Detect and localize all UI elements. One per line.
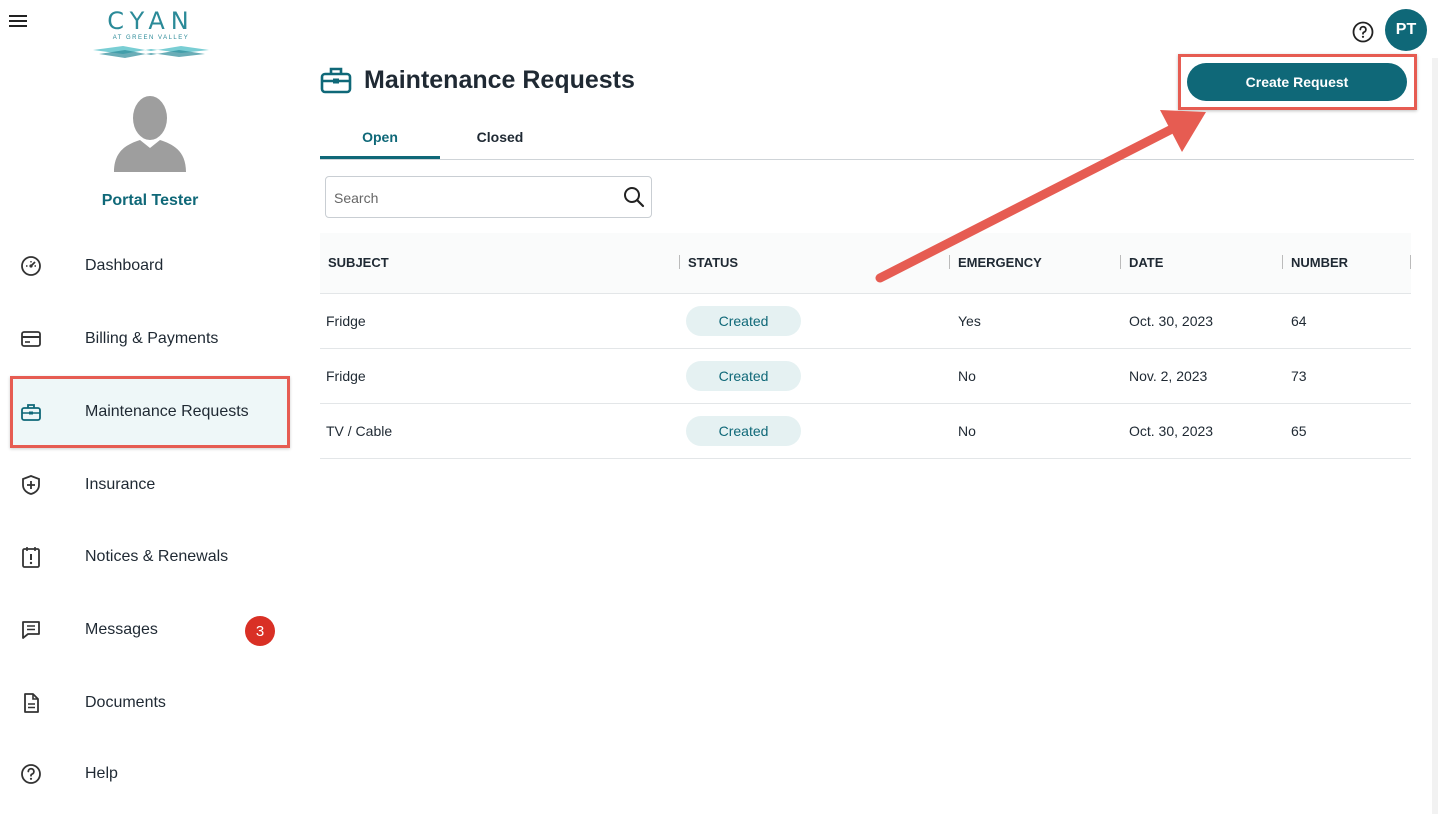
- table-row[interactable]: TV / Cable Created No Oct. 30, 2023 65: [320, 403, 1411, 459]
- cell-subject: TV / Cable: [320, 403, 680, 459]
- sidebar-item-label: Notices & Renewals: [85, 548, 229, 565]
- create-request-button[interactable]: Create Request: [1187, 63, 1407, 101]
- sidebar-item-documents[interactable]: Documents: [10, 667, 290, 739]
- cell-emergency: Yes: [950, 293, 1121, 349]
- request-tabs: Open Closed: [320, 118, 1414, 160]
- toolbox-icon: [320, 67, 352, 94]
- sidebar-item-label: Messages: [85, 621, 158, 638]
- sidebar-item-help[interactable]: Help: [10, 738, 290, 810]
- help-icon[interactable]: [1352, 21, 1374, 43]
- sidebar-item-label: Dashboard: [85, 257, 164, 274]
- unread-messages-badge: 3: [245, 616, 275, 646]
- cell-number: 73: [1283, 348, 1411, 404]
- cell-subject: Fridge: [320, 293, 680, 349]
- column-header-date[interactable]: DATE: [1121, 233, 1283, 294]
- table-header-row: SUBJECT STATUS EMERGENCY DATE NUMBER: [320, 233, 1411, 294]
- cell-date: Oct. 30, 2023: [1121, 293, 1283, 349]
- sidebar-item-messages[interactable]: Messages 3: [10, 594, 290, 666]
- sidebar-item-billing[interactable]: Billing & Payments: [10, 303, 290, 375]
- brand-name: CYAN: [107, 7, 195, 35]
- column-header-label: SUBJECT: [328, 255, 389, 271]
- column-header-label: DATE: [1129, 255, 1164, 271]
- clipboard-alert-icon: [20, 546, 42, 568]
- cell-number: 65: [1283, 403, 1411, 459]
- cell-subject: Fridge: [320, 348, 680, 404]
- tab-open[interactable]: Open: [320, 118, 440, 159]
- table-row[interactable]: Fridge Created Yes Oct. 30, 2023 64: [320, 293, 1411, 349]
- sidebar-item-notices[interactable]: Notices & Renewals: [10, 521, 290, 593]
- column-header-status[interactable]: STATUS: [680, 233, 950, 294]
- brand-logo[interactable]: CYAN AT GREEN VALLEY: [92, 8, 210, 62]
- status-badge: Created: [686, 305, 801, 336]
- toolbox-icon: [20, 401, 42, 423]
- message-icon: [20, 619, 42, 641]
- cell-status: Created: [680, 348, 950, 404]
- column-header-number[interactable]: NUMBER: [1283, 233, 1411, 294]
- page-title: Maintenance Requests: [364, 65, 635, 94]
- sidebar-item-insurance[interactable]: Insurance: [10, 449, 290, 521]
- shield-plus-icon: [20, 474, 42, 496]
- document-icon: [20, 692, 42, 714]
- sidebar-item-label: Documents: [85, 694, 166, 711]
- cell-number: 64: [1283, 293, 1411, 349]
- sidebar-item-label: Maintenance Requests: [85, 403, 249, 420]
- column-header-label: NUMBER: [1291, 255, 1349, 271]
- sidebar: CYAN AT GREEN VALLEY Portal Tester Dashb…: [0, 0, 300, 814]
- table-row[interactable]: Fridge Created No Nov. 2, 2023 73: [320, 348, 1411, 404]
- help-circle-icon: [20, 763, 42, 785]
- cell-status: Created: [680, 293, 950, 349]
- scrollbar-track[interactable]: [1432, 58, 1438, 814]
- requests-table: SUBJECT STATUS EMERGENCY DATE NUMBER Fri…: [320, 233, 1411, 459]
- sidebar-item-maintenance[interactable]: Maintenance Requests: [10, 376, 290, 448]
- credit-card-icon: [20, 328, 42, 350]
- sidebar-item-label: Help: [85, 765, 118, 782]
- user-avatar[interactable]: PT: [1385, 9, 1427, 51]
- profile-avatar-icon: [114, 96, 186, 172]
- sidebar-item-dashboard[interactable]: Dashboard: [10, 230, 290, 302]
- menu-icon[interactable]: [9, 15, 27, 31]
- cell-status: Created: [680, 403, 950, 459]
- cell-emergency: No: [950, 403, 1121, 459]
- create-request-highlight: Create Request: [1178, 54, 1417, 110]
- status-badge: Created: [686, 415, 801, 446]
- status-badge: Created: [686, 360, 801, 391]
- profile-name[interactable]: Portal Tester: [0, 192, 300, 210]
- sidebar-item-label: Insurance: [85, 476, 156, 493]
- search-box: [325, 176, 652, 218]
- brand-wave-icon: [93, 46, 209, 58]
- cell-date: Nov. 2, 2023: [1121, 348, 1283, 404]
- sidebar-item-label: Billing & Payments: [85, 330, 219, 347]
- search-icon[interactable]: [623, 186, 645, 208]
- page-header: Maintenance Requests: [320, 62, 635, 98]
- column-header-emergency[interactable]: EMERGENCY: [950, 233, 1121, 294]
- brand-subtitle: AT GREEN VALLEY: [112, 35, 190, 41]
- dashboard-gauge-icon: [20, 255, 42, 277]
- cell-emergency: No: [950, 348, 1121, 404]
- tab-closed[interactable]: Closed: [440, 118, 560, 159]
- column-header-label: STATUS: [688, 255, 739, 271]
- cell-date: Oct. 30, 2023: [1121, 403, 1283, 459]
- column-divider[interactable]: [1410, 255, 1411, 269]
- column-header-label: EMERGENCY: [958, 255, 1042, 271]
- column-header-subject[interactable]: SUBJECT: [320, 233, 680, 294]
- search-input[interactable]: [334, 187, 614, 209]
